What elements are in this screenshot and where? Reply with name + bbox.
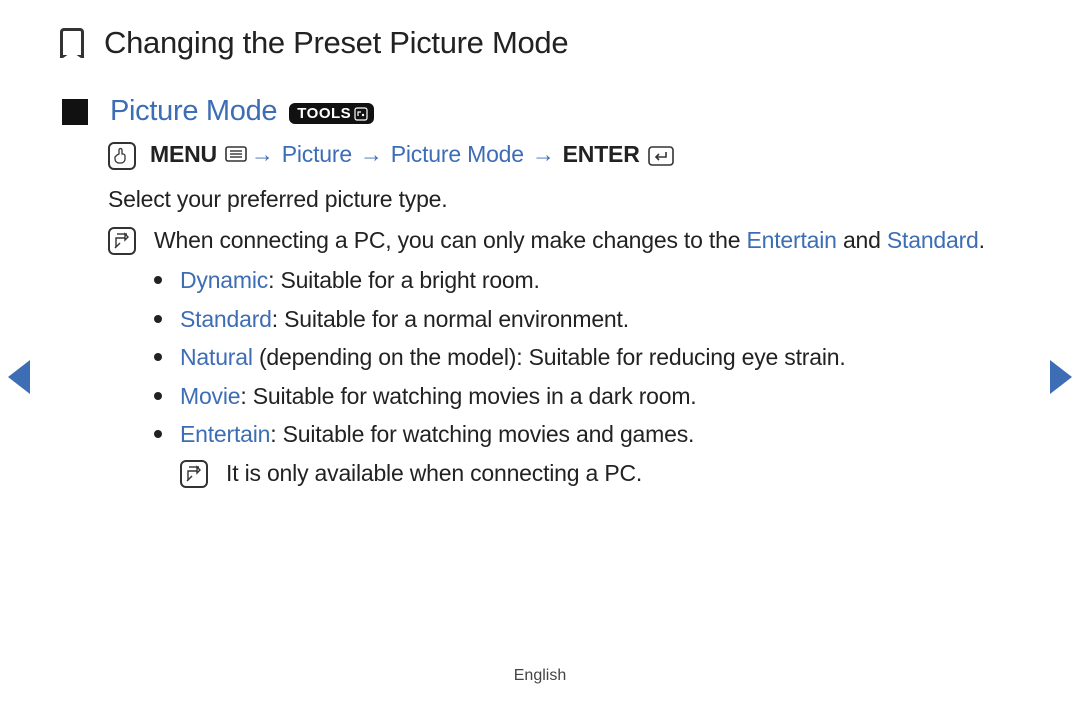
arrow-icon: → — [251, 141, 274, 168]
menu-label: MENU — [150, 141, 217, 168]
page-title-row: Changing the Preset Picture Mode — [60, 25, 1020, 61]
enter-icon — [648, 146, 674, 166]
list-item: Entertain: Suitable for watching movies … — [154, 417, 1020, 452]
tools-icon — [354, 107, 368, 121]
note-icon — [180, 460, 208, 488]
bullet-icon — [154, 276, 162, 284]
mode-name: Standard — [180, 306, 272, 332]
note-icon — [108, 227, 136, 255]
bullet-icon — [154, 315, 162, 323]
arrow-icon: → — [360, 141, 383, 168]
pc-note-text: When connecting a PC, you can only make … — [154, 223, 1020, 258]
mode-name: Natural — [180, 344, 253, 370]
nav-path: MENU → Picture → Picture Mode → ENTER — [108, 140, 1020, 168]
next-page-button[interactable] — [1050, 360, 1072, 394]
tools-label: TOOLS — [297, 105, 351, 122]
section-heading: Picture Mode — [110, 95, 277, 128]
hand-icon — [108, 142, 136, 170]
link-standard: Standard — [887, 227, 979, 253]
nav-link-picture-mode: Picture Mode — [391, 141, 524, 168]
body-content: Select your preferred picture type. When… — [108, 182, 1020, 490]
mode-desc: : Suitable for a normal environment. — [272, 306, 629, 332]
mode-desc: : Suitable for watching movies and games… — [270, 421, 694, 447]
arrow-icon: → — [532, 141, 555, 168]
square-bullet-icon — [62, 99, 88, 125]
mode-name: Movie — [180, 383, 240, 409]
link-entertain: Entertain — [746, 227, 836, 253]
menu-icon — [225, 146, 247, 164]
entertain-subnote: It is only available when connecting a P… — [180, 456, 1020, 491]
page-title: Changing the Preset Picture Mode — [104, 25, 568, 61]
mode-desc: : Suitable for reducing eye strain. — [516, 344, 845, 370]
mode-paren: (depending on the model) — [253, 344, 517, 370]
mode-desc: : Suitable for a bright room. — [268, 267, 540, 293]
section-heading-row: Picture Mode TOOLS — [62, 95, 1020, 128]
pc-note: When connecting a PC, you can only make … — [108, 223, 1020, 258]
chevron-left-icon — [8, 360, 30, 394]
intro-text: Select your preferred picture type. — [108, 182, 1020, 217]
list-item: Standard: Suitable for a normal environm… — [154, 302, 1020, 337]
footer-language: English — [0, 667, 1080, 685]
enter-label: ENTER — [563, 141, 640, 168]
bookmark-icon — [60, 28, 84, 58]
chevron-right-icon — [1050, 360, 1072, 394]
mode-list: Dynamic: Suitable for a bright room. Sta… — [154, 263, 1020, 490]
list-item: Movie: Suitable for watching movies in a… — [154, 379, 1020, 414]
list-item: Natural (depending on the model): Suitab… — [154, 340, 1020, 375]
entertain-subnote-text: It is only available when connecting a P… — [226, 456, 642, 491]
list-item: Dynamic: Suitable for a bright room. — [154, 263, 1020, 298]
prev-page-button[interactable] — [8, 360, 30, 394]
bullet-icon — [154, 430, 162, 438]
tools-badge: TOOLS — [289, 103, 374, 124]
bullet-icon — [154, 353, 162, 361]
mode-desc: : Suitable for watching movies in a dark… — [240, 383, 696, 409]
bullet-icon — [154, 392, 162, 400]
mode-name: Dynamic — [180, 267, 268, 293]
mode-name: Entertain — [180, 421, 270, 447]
nav-link-picture: Picture — [282, 141, 352, 168]
